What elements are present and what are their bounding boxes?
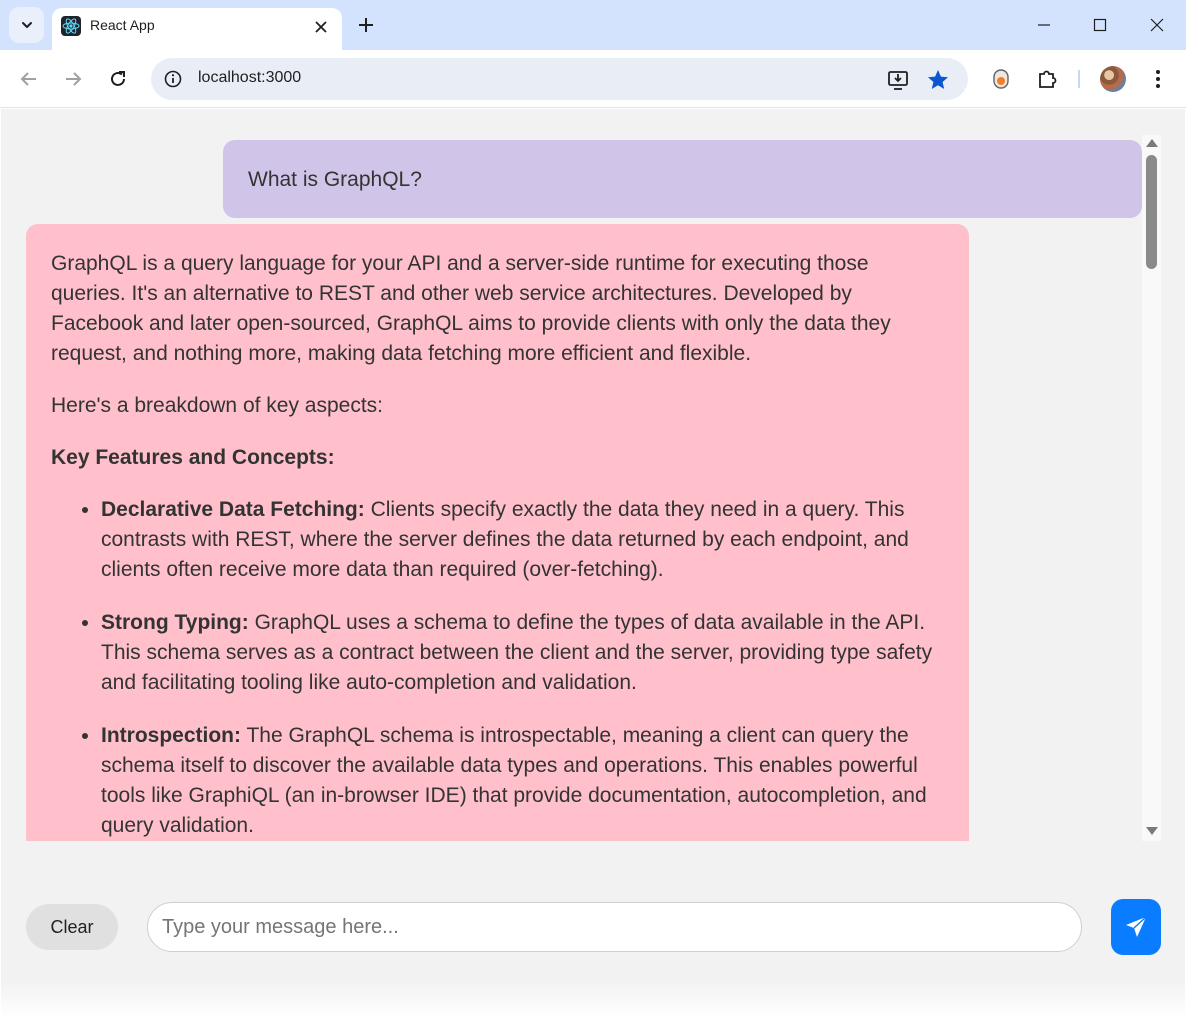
arrow-right-icon [66,72,82,86]
user-message-text: What is GraphQL? [248,168,422,191]
arrow-left-icon [20,72,36,86]
bot-paragraph: Here's a breakdown of key aspects: [51,394,384,417]
bot-message: GraphQL is a query language for your API… [26,224,969,841]
browser-menu-button[interactable] [1145,66,1171,92]
extension-pin-button[interactable] [988,66,1014,92]
avatar[interactable] [1100,66,1126,92]
scroll-up-arrow-icon[interactable] [1146,139,1158,147]
star-icon[interactable] [926,68,950,92]
chat-messages[interactable]: What is GraphQL? GraphQL is a query lang… [1,109,1163,841]
message-composer: Clear [1,889,1185,969]
list-item-term: Strong Typing: [101,611,249,634]
chat-scrollbar[interactable] [1142,135,1161,841]
maximize-button[interactable] [1088,13,1112,37]
url-text[interactable]: localhost:3000 [198,69,301,87]
reload-icon [111,71,125,86]
list-item: Declarative Data Fetching: Clients speci… [101,495,944,585]
info-icon [164,70,182,88]
toolbar-divider [1078,70,1080,88]
react-logo-icon [61,16,81,36]
browser-tab-strip: React App [0,0,1186,50]
close-icon [1150,18,1164,32]
bot-heading: Key Features and Concepts: [51,446,335,469]
browser-tab[interactable]: React App [52,8,342,50]
page-bottom-fade [1,981,1185,1019]
plus-icon [359,18,373,32]
list-item: Strong Typing: GraphQL uses a schema to … [101,608,944,698]
address-bar[interactable]: localhost:3000 [151,58,968,100]
user-message: What is GraphQL? [223,140,1142,218]
reload-button[interactable] [105,66,131,92]
extensions-button[interactable] [1034,66,1060,92]
minimize-button[interactable] [1032,13,1056,37]
chevron-down-icon [21,22,32,28]
back-button[interactable] [16,66,42,92]
install-app-icon[interactable] [886,68,910,92]
tab-title: React App [90,17,155,33]
close-window-button[interactable] [1145,13,1169,37]
forward-button[interactable] [60,66,86,92]
message-input[interactable] [147,902,1082,952]
bot-feature-list: Declarative Data Fetching: Clients speci… [101,495,944,841]
list-item-term: Declarative Data Fetching: [101,498,365,521]
scroll-down-arrow-icon[interactable] [1146,827,1158,835]
site-info-button[interactable] [163,69,183,89]
list-item-term: Introspection: [101,724,241,747]
puzzle-icon [1039,70,1057,88]
new-tab-button[interactable] [354,13,378,37]
list-item: Introspection: The GraphQL schema is int… [101,721,944,841]
extension-pin-icon [993,69,1009,89]
send-button[interactable] [1111,899,1161,955]
kebab-menu-icon [1156,70,1160,88]
tab-search-button[interactable] [9,7,44,43]
app-viewport: What is GraphQL? GraphQL is a query lang… [1,109,1185,1019]
clear-button[interactable]: Clear [26,904,118,950]
tab-close-button[interactable] [310,16,332,38]
bot-paragraph: GraphQL is a query language for your API… [51,252,891,365]
paper-plane-icon [1126,916,1147,937]
close-icon [315,21,327,33]
browser-toolbar: localhost:3000 [0,50,1186,108]
scrollbar-thumb[interactable] [1146,155,1157,269]
minimize-icon [1038,24,1050,26]
maximize-icon [1093,18,1107,32]
